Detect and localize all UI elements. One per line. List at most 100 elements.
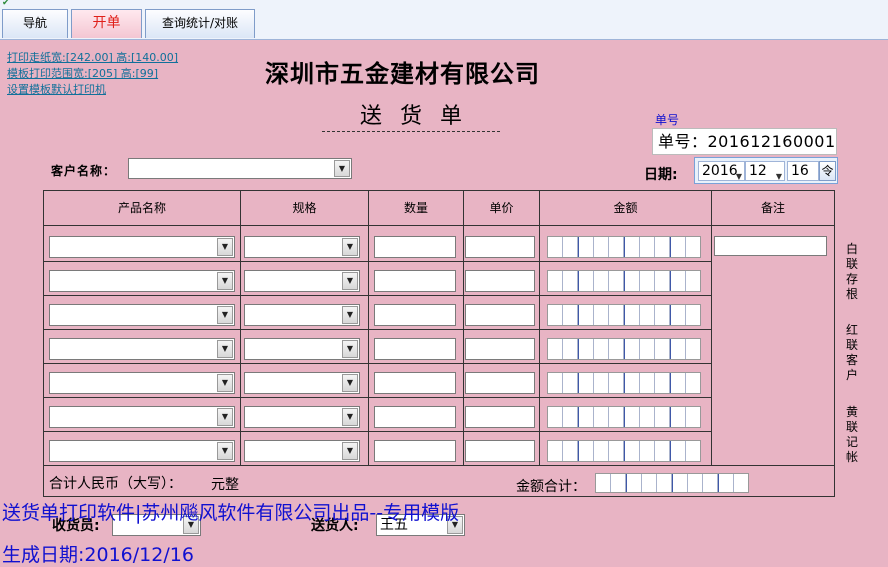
chevron-down-icon[interactable]: ▼ [342, 238, 358, 256]
date-month[interactable]: 12 ▼ [745, 161, 785, 181]
app-corner-icon: ✔ [2, 0, 10, 8]
row-divider [44, 261, 711, 262]
quantity-input[interactable] [374, 236, 456, 258]
unit-price-input[interactable] [465, 304, 535, 326]
order-number-caption: 单号 [655, 113, 680, 127]
amount-input[interactable] [547, 338, 701, 360]
amount-input[interactable] [547, 304, 701, 326]
unit-price-input[interactable] [465, 406, 535, 428]
print-paper-size-link[interactable]: 打印走纸宽:[242.00] 高:[140.00] [7, 50, 178, 66]
product-name-select[interactable]: ▼ [49, 236, 235, 258]
header-amount: 金额 [613, 201, 638, 215]
chevron-down-icon[interactable]: ▼ [342, 272, 358, 290]
spec-select[interactable]: ▼ [244, 372, 360, 394]
spec-select[interactable]: ▼ [244, 440, 360, 462]
chevron-down-icon[interactable]: ▼ [342, 408, 358, 426]
unit-price-input[interactable] [465, 270, 535, 292]
copy-yellow-label: 黄联记帐 [845, 405, 858, 464]
chevron-down-icon[interactable]: ▼ [217, 442, 233, 460]
unit-price-input[interactable] [465, 372, 535, 394]
document-title: 送货单 [322, 98, 500, 132]
chevron-down-icon[interactable]: ▼ [217, 408, 233, 426]
column-divider [240, 191, 241, 465]
total-uppercase-label: 合计人民币（大写）： [49, 476, 182, 492]
tab-bar-divider [258, 39, 888, 40]
spec-select[interactable]: ▼ [244, 338, 360, 360]
spec-select[interactable]: ▼ [244, 406, 360, 428]
customer-select[interactable]: ▼ [128, 158, 352, 179]
product-name-select[interactable]: ▼ [49, 440, 235, 462]
product-name-select[interactable]: ▼ [49, 304, 235, 326]
quantity-input[interactable] [374, 270, 456, 292]
unit-price-input[interactable] [465, 338, 535, 360]
amount-total-field[interactable] [595, 473, 749, 493]
header-remarks: 备注 [760, 201, 785, 215]
product-name-select[interactable]: ▼ [49, 406, 235, 428]
tab-create-order[interactable]: 开单 [71, 9, 142, 38]
date-day-value: 16 [791, 163, 809, 179]
chevron-down-icon[interactable]: ▼ [342, 442, 358, 460]
amount-input[interactable] [547, 270, 701, 292]
row-divider [44, 431, 711, 432]
print-range-link[interactable]: 模板打印范围宽:[205] 高:[99] [7, 66, 178, 82]
date-picker[interactable]: 2016 ▼ 12 ▼ 16 令 [694, 157, 838, 184]
customer-label: 客户名称： [51, 164, 117, 178]
product-name-select[interactable]: ▼ [49, 338, 235, 360]
spec-select[interactable]: ▼ [244, 236, 360, 258]
chevron-down-icon: ▼ [775, 172, 782, 181]
product-name-select[interactable]: ▼ [49, 372, 235, 394]
print-settings-links: 打印走纸宽:[242.00] 高:[140.00] 模板打印范围宽:[205] … [7, 50, 178, 98]
unit-price-input[interactable] [465, 236, 535, 258]
chevron-down-icon[interactable]: ▼ [342, 340, 358, 358]
unit-price-input[interactable] [465, 440, 535, 462]
spec-select[interactable]: ▼ [244, 270, 360, 292]
remarks-input[interactable] [714, 236, 827, 256]
amount-input[interactable] [547, 236, 701, 258]
chevron-down-icon[interactable]: ▼ [217, 306, 233, 324]
column-divider [463, 191, 464, 465]
quantity-input[interactable] [374, 372, 456, 394]
chevron-down-icon[interactable]: ▼ [217, 374, 233, 392]
quantity-input[interactable] [374, 304, 456, 326]
date-day[interactable]: 16 [787, 161, 819, 181]
date-month-value: 12 [749, 163, 767, 179]
chevron-down-icon[interactable]: ▼ [342, 306, 358, 324]
column-divider [711, 191, 712, 465]
chevron-down-icon[interactable]: ▼ [342, 374, 358, 392]
chevron-down-icon[interactable]: ▼ [334, 160, 350, 177]
tab-query-stats[interactable]: 查询统计/对账 [145, 9, 255, 38]
tab-navigation[interactable]: 导航 [2, 9, 68, 38]
quantity-input[interactable] [374, 406, 456, 428]
amount-input[interactable] [547, 440, 701, 462]
default-printer-link[interactable]: 设置模板默认打印机 [7, 82, 178, 98]
spec-select[interactable]: ▼ [244, 304, 360, 326]
calendar-icon[interactable]: 令 [819, 161, 836, 181]
amount-total-label: 金额合计： [516, 479, 586, 495]
header-spec: 规格 [292, 201, 317, 215]
totals-divider [44, 465, 834, 466]
header-unit-price: 单价 [489, 201, 514, 215]
quantity-input[interactable] [374, 338, 456, 360]
chevron-down-icon[interactable]: ▼ [217, 238, 233, 256]
row-divider [44, 295, 711, 296]
amount-input[interactable] [547, 372, 701, 394]
amount-input[interactable] [547, 406, 701, 428]
total-yuan-suffix: 元整 [211, 477, 239, 493]
row-divider [44, 397, 711, 398]
chevron-down-icon[interactable]: ▼ [217, 340, 233, 358]
date-year[interactable]: 2016 ▼ [698, 161, 745, 181]
product-name-select[interactable]: ▼ [49, 270, 235, 292]
header-divider [44, 225, 834, 226]
copy-red-label: 红联客户 [845, 323, 858, 382]
row-divider [44, 329, 711, 330]
quantity-input[interactable] [374, 440, 456, 462]
header-product-name: 产品名称 [117, 201, 166, 215]
copy-white-label: 白联存根 [845, 242, 858, 301]
order-number-field[interactable]: 单号：201612160001 [652, 128, 837, 155]
software-brand-text: 送货单打印软件|苏州飚风软件有限公司出品--专用模版 [2, 502, 460, 524]
generated-date: 生成日期:2016/12/16 [2, 544, 194, 566]
date-year-value: 2016 [702, 163, 738, 179]
chevron-down-icon: ▼ [735, 172, 742, 181]
header-quantity: 数量 [403, 201, 428, 215]
chevron-down-icon[interactable]: ▼ [217, 272, 233, 290]
